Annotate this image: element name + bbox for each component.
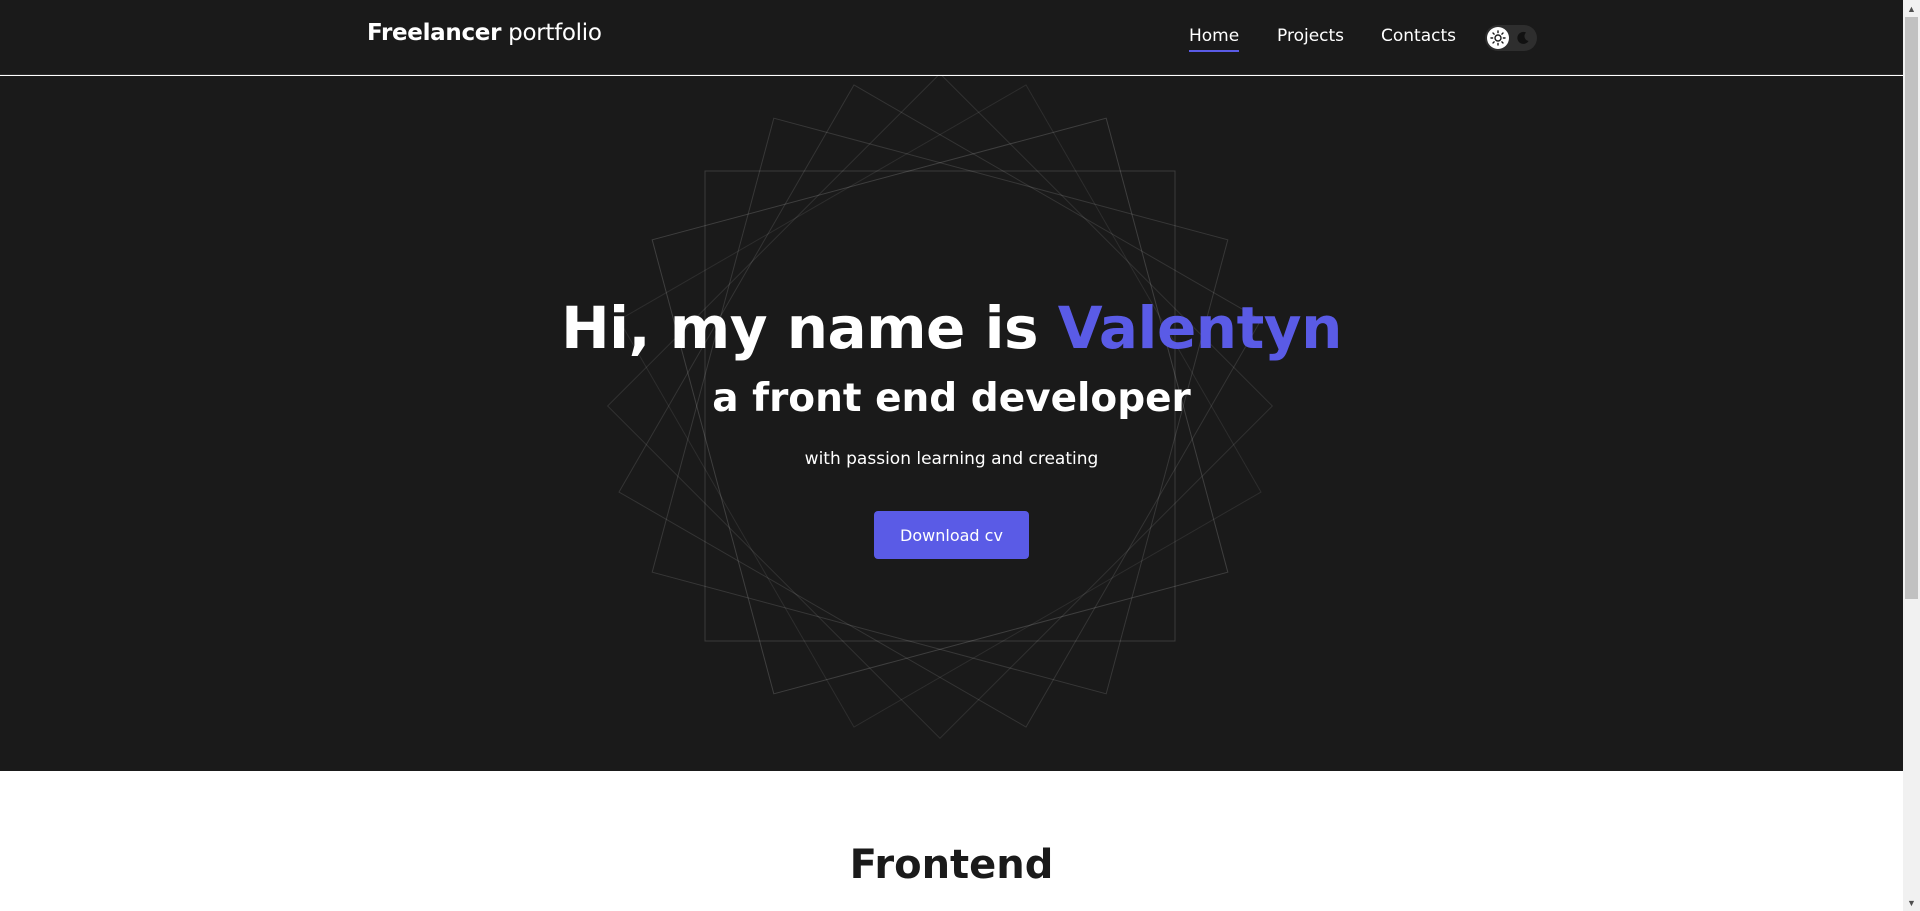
vertical-scrollbar[interactable]: ▲ ▼ [1903,0,1920,911]
scrollbar-thumb[interactable] [1905,17,1918,599]
hero-tagline: with passion learning and creating [804,449,1099,469]
scroll-down-arrow-icon[interactable]: ▼ [1903,894,1920,911]
hero-title-name: Valentyn [1057,294,1343,362]
logo-light-text: portfolio [508,20,602,46]
decorative-squares-graphic [606,76,1274,740]
scroll-up-arrow-icon[interactable]: ▲ [1903,0,1920,17]
theme-toggle[interactable] [1485,25,1537,51]
nav-link-projects[interactable]: Projects [1277,26,1344,46]
hero-title-prefix: Hi, my name is [561,294,1038,362]
page: Freelancer portfolio Home Projects Conta… [0,0,1903,911]
site-header: Freelancer portfolio Home Projects Conta… [0,0,1903,75]
moon-icon [1515,30,1531,46]
nav-link-home[interactable]: Home [1189,26,1240,52]
download-cv-button[interactable]: Download cv [874,511,1029,559]
logo-bold-text: Freelancer [367,20,502,46]
site-logo[interactable]: Freelancer portfolio [367,20,602,46]
hero-subtitle: a front end developer [712,376,1191,421]
sun-icon [1487,27,1509,49]
hero-section: Hi, my name is Valentyn a front end deve… [0,76,1903,771]
section-title-frontend: Frontend [849,842,1054,888]
nav-link-contacts[interactable]: Contacts [1381,26,1456,46]
hero-title: Hi, my name is Valentyn [0,294,1903,362]
